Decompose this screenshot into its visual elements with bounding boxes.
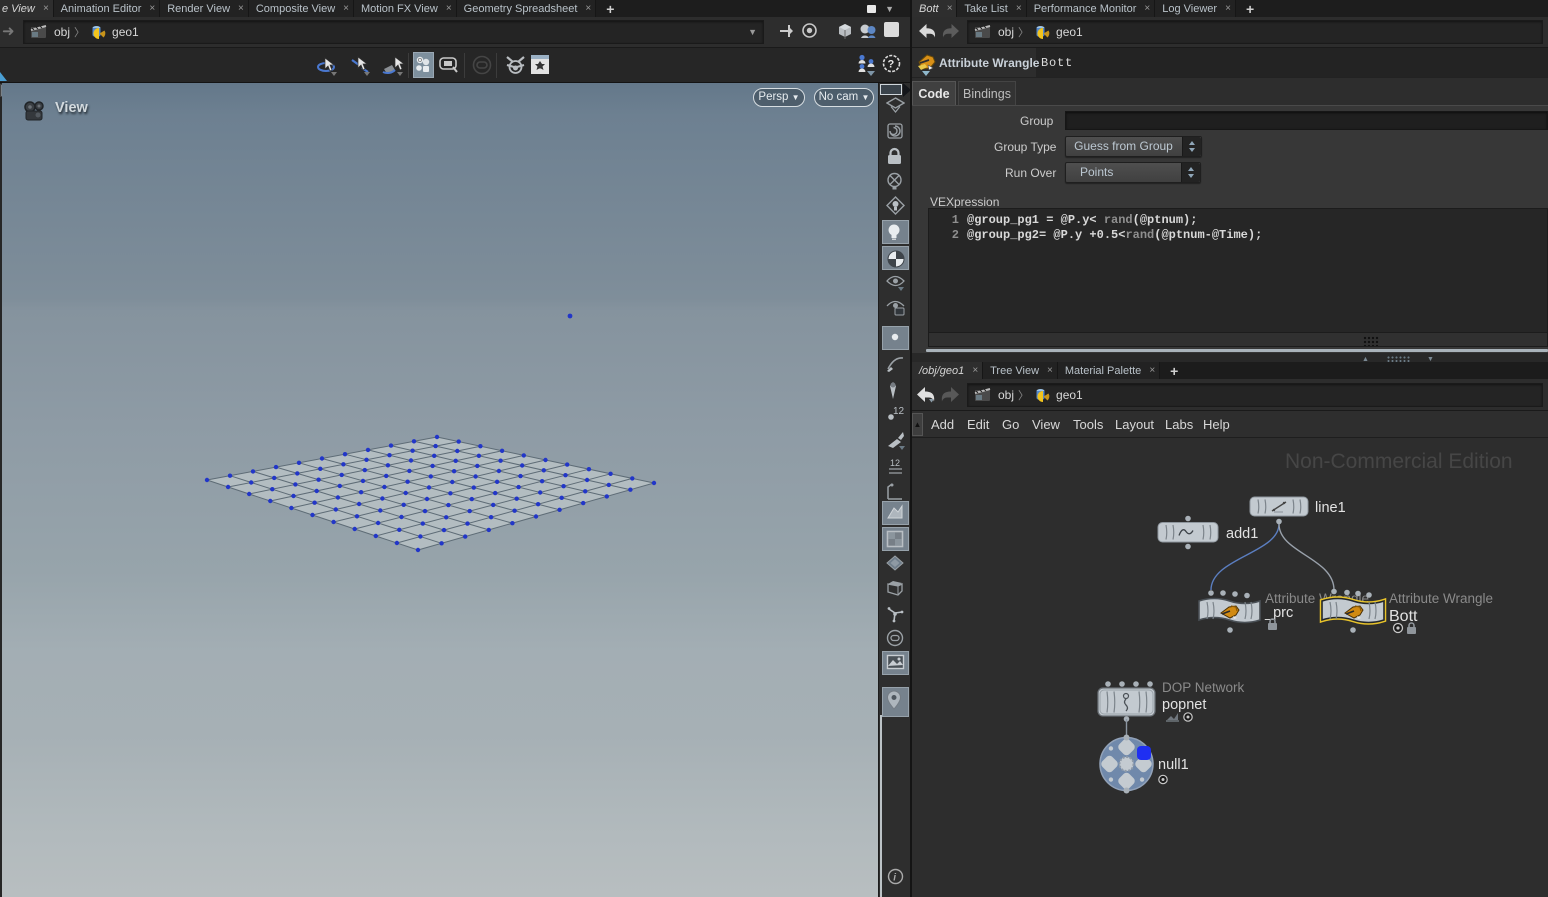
svg-text:O: O xyxy=(418,58,422,64)
svg-text:?: ? xyxy=(888,59,895,71)
svg-text:popnet: popnet xyxy=(1162,697,1206,713)
svg-text:12: 12 xyxy=(893,406,905,417)
svg-text:12: 12 xyxy=(890,458,900,468)
svg-text:DOP Network: DOP Network xyxy=(1162,680,1245,695)
svg-text:_prc: _prc xyxy=(1264,605,1293,621)
svg-text:Bott: Bott xyxy=(1389,608,1418,625)
svg-text:add1: add1 xyxy=(1226,526,1258,542)
svg-text:line1: line1 xyxy=(1315,500,1346,516)
svg-text:i: i xyxy=(893,873,896,884)
svg-text:null1: null1 xyxy=(1158,757,1189,773)
svg-text:Attribute Wrangle: Attribute Wrangle xyxy=(1389,591,1493,606)
